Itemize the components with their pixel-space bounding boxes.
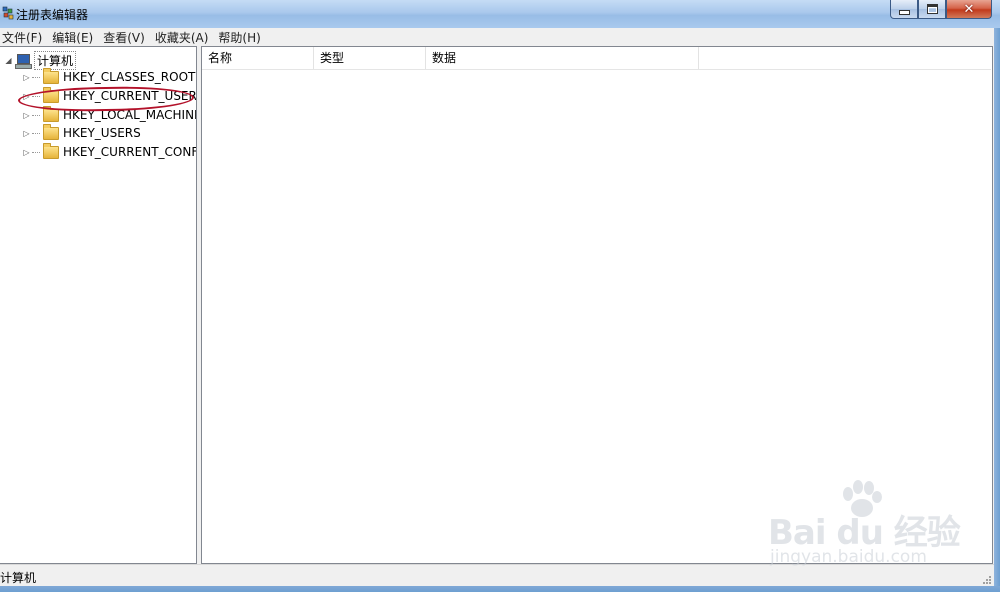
maximize-button[interactable] xyxy=(918,0,946,19)
maximize-icon xyxy=(926,4,938,14)
computer-icon xyxy=(15,53,32,69)
tree-item-label: HKEY_CURRENT_CONFIG xyxy=(63,145,197,159)
minimize-icon xyxy=(898,9,910,15)
tree-item-label: 计算机 xyxy=(34,50,77,70)
menu-help[interactable]: 帮助(H) xyxy=(216,29,266,46)
window-frame-bottom xyxy=(0,586,1000,592)
folder-icon xyxy=(43,67,59,84)
window-title: 注册表编辑器 xyxy=(16,8,89,22)
menu-favorites[interactable]: 收藏夹(A) xyxy=(153,29,215,46)
close-icon: ✕ xyxy=(963,1,975,17)
folder-icon xyxy=(43,142,59,159)
minimize-button[interactable] xyxy=(890,0,918,19)
folder-icon xyxy=(43,123,59,140)
column-header-type[interactable]: 类型 xyxy=(314,47,426,69)
registry-tree-pane[interactable]: ◢ 计算机 ▷ HKEY_CLASSES_ROOT ▷ HKEY_CURRENT… xyxy=(0,46,197,564)
status-path: 计算机 xyxy=(0,571,37,585)
registry-values-pane[interactable]: 名称 类型 数据 xyxy=(201,46,993,564)
tree-connector xyxy=(32,95,40,97)
window-frame-right xyxy=(994,28,1000,592)
tree-item-hkey-users[interactable]: ▷ HKEY_USERS xyxy=(22,123,141,142)
menu-file[interactable]: 文件(F) xyxy=(0,29,48,46)
column-header-name[interactable]: 名称 xyxy=(202,47,314,69)
tree-item-label: HKEY_CLASSES_ROOT xyxy=(63,70,196,84)
tree-item-computer[interactable]: ◢ 计算机 xyxy=(4,50,77,70)
expand-arrow-icon[interactable]: ▷ xyxy=(22,68,31,86)
expand-arrow-icon[interactable]: ▷ xyxy=(22,124,31,142)
column-header-filler xyxy=(699,47,991,70)
tree-connector xyxy=(32,114,40,116)
expand-arrow-icon[interactable]: ▷ xyxy=(22,87,31,105)
expand-arrow-icon[interactable]: ▷ xyxy=(22,106,31,124)
expand-arrow-icon[interactable]: ▷ xyxy=(22,143,31,161)
tree-item-hkey-local-machine[interactable]: ▷ HKEY_LOCAL_MACHINE xyxy=(22,105,197,124)
folder-icon xyxy=(43,105,59,122)
registry-editor-icon xyxy=(2,6,14,20)
tree-item-label: HKEY_LOCAL_MACHINE xyxy=(63,108,197,122)
close-button[interactable]: ✕ xyxy=(946,0,992,19)
caption-buttons: ✕ xyxy=(890,0,992,19)
tree-item-label: HKEY_USERS xyxy=(63,126,141,140)
list-column-headers: 名称 类型 数据 xyxy=(202,47,699,70)
status-bar: 计算机 xyxy=(0,564,994,587)
tree-connector xyxy=(32,132,40,134)
column-header-data[interactable]: 数据 xyxy=(426,47,699,69)
menu-bar: 文件(F) 编辑(E) 查看(V) 收藏夹(A) 帮助(H) xyxy=(0,28,1000,46)
folder-icon xyxy=(43,86,59,103)
tree-item-label: HKEY_CURRENT_USER xyxy=(63,89,197,103)
registry-editor-window: 注册表编辑器 ✕ 文件(F) 编辑(E) 查看(V) 收藏夹(A) 帮助(H) … xyxy=(0,0,1000,592)
client-area: ◢ 计算机 ▷ HKEY_CLASSES_ROOT ▷ HKEY_CURRENT… xyxy=(0,46,994,564)
tree-connector xyxy=(32,76,40,78)
tree-connector xyxy=(32,151,40,153)
tree-item-hkey-current-config[interactable]: ▷ HKEY_CURRENT_CONFIG xyxy=(22,142,197,161)
resize-grip-icon[interactable] xyxy=(982,575,992,585)
tree-item-hkey-current-user[interactable]: ▷ HKEY_CURRENT_USER xyxy=(22,86,197,105)
menu-edit[interactable]: 编辑(E) xyxy=(50,29,99,46)
collapse-arrow-icon[interactable]: ◢ xyxy=(4,51,13,69)
tree-item-hkey-classes-root[interactable]: ▷ HKEY_CLASSES_ROOT xyxy=(22,67,196,86)
menu-view[interactable]: 查看(V) xyxy=(101,29,151,46)
title-bar[interactable]: 注册表编辑器 ✕ xyxy=(0,0,1000,28)
